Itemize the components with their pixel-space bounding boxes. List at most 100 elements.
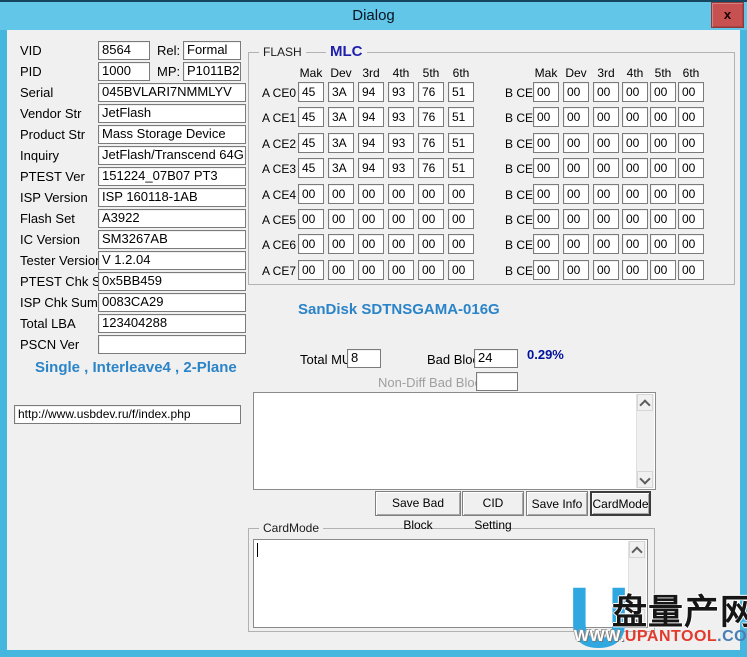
mp-field[interactable]: P1011B2	[183, 62, 241, 81]
flash-cell-b6-0[interactable]: 00	[533, 234, 559, 254]
flash-cell-a3-0[interactable]: 45	[298, 158, 324, 178]
flash-cell-b1-0[interactable]: 00	[533, 107, 559, 127]
flash-cell-b1-3[interactable]: 00	[622, 107, 648, 127]
vendor-str-field[interactable]: JetFlash	[98, 104, 246, 123]
flash-cell-a0-5[interactable]: 51	[448, 82, 474, 102]
flash-cell-a1-1[interactable]: 3A	[328, 107, 354, 127]
save-bad-block-button[interactable]: Save Bad Block	[375, 491, 461, 516]
flash-cell-b2-4[interactable]: 00	[650, 133, 676, 153]
bad-block-field[interactable]: 24	[474, 349, 518, 368]
flash-cell-a2-3[interactable]: 93	[388, 133, 414, 153]
flash-cell-a6-4[interactable]: 00	[418, 234, 444, 254]
flash-cell-b2-1[interactable]: 00	[563, 133, 589, 153]
flash-cell-a2-0[interactable]: 45	[298, 133, 324, 153]
flash-cell-a1-3[interactable]: 93	[388, 107, 414, 127]
rel-field[interactable]: Formal	[183, 41, 241, 60]
flash-cell-b5-1[interactable]: 00	[563, 209, 589, 229]
flash-cell-b4-5[interactable]: 00	[678, 184, 704, 204]
flash-cell-b4-2[interactable]: 00	[593, 184, 619, 204]
flash-cell-b0-4[interactable]: 00	[650, 82, 676, 102]
flash-cell-a7-4[interactable]: 00	[418, 260, 444, 280]
vid-field[interactable]: 8564	[98, 41, 150, 60]
flash-cell-b3-2[interactable]: 00	[593, 158, 619, 178]
save-info-button[interactable]: Save Info	[526, 491, 588, 516]
flash-cell-a4-2[interactable]: 00	[358, 184, 384, 204]
flash-cell-b0-5[interactable]: 00	[678, 82, 704, 102]
flash-cell-a3-4[interactable]: 76	[418, 158, 444, 178]
flash-cell-b0-3[interactable]: 00	[622, 82, 648, 102]
flash-cell-b5-4[interactable]: 00	[650, 209, 676, 229]
flash-cell-a4-5[interactable]: 00	[448, 184, 474, 204]
cardmode-button[interactable]: CardMode	[590, 491, 651, 516]
flash-cell-b6-2[interactable]: 00	[593, 234, 619, 254]
flash-cell-a0-4[interactable]: 76	[418, 82, 444, 102]
flash-cell-a0-2[interactable]: 94	[358, 82, 384, 102]
flash-cell-a5-0[interactable]: 00	[298, 209, 324, 229]
flash-cell-a4-3[interactable]: 00	[388, 184, 414, 204]
flash-cell-a6-0[interactable]: 00	[298, 234, 324, 254]
flash-cell-a0-0[interactable]: 45	[298, 82, 324, 102]
total-lba-field[interactable]: 123404288	[98, 314, 246, 333]
flash-cell-a2-2[interactable]: 94	[358, 133, 384, 153]
flash-cell-a5-2[interactable]: 00	[358, 209, 384, 229]
flash-cell-a1-4[interactable]: 76	[418, 107, 444, 127]
scroll-down-icon[interactable]	[629, 609, 645, 626]
flash-cell-b5-3[interactable]: 00	[622, 209, 648, 229]
flash-cell-b1-5[interactable]: 00	[678, 107, 704, 127]
flash-cell-b1-2[interactable]: 00	[593, 107, 619, 127]
tester-version-field[interactable]: V 1.2.04	[98, 251, 246, 270]
inquiry-field[interactable]: JetFlash/Transcend 64GB	[98, 146, 246, 165]
flash-cell-b7-3[interactable]: 00	[622, 260, 648, 280]
flash-cell-a6-2[interactable]: 00	[358, 234, 384, 254]
flash-cell-a7-2[interactable]: 00	[358, 260, 384, 280]
url-field[interactable]: http://www.usbdev.ru/f/index.php	[14, 405, 241, 424]
flash-cell-b4-1[interactable]: 00	[563, 184, 589, 204]
flash-cell-b5-5[interactable]: 00	[678, 209, 704, 229]
flash-cell-a7-3[interactable]: 00	[388, 260, 414, 280]
flash-cell-b2-2[interactable]: 00	[593, 133, 619, 153]
cid-setting-button[interactable]: CID Setting	[462, 491, 524, 516]
pscn-ver-field[interactable]	[98, 335, 246, 354]
flash-cell-b4-0[interactable]: 00	[533, 184, 559, 204]
ic-version-field[interactable]: SM3267AB	[98, 230, 246, 249]
flash-cell-a4-4[interactable]: 00	[418, 184, 444, 204]
flash-cell-a4-1[interactable]: 00	[328, 184, 354, 204]
flash-set-field[interactable]: A3922	[98, 209, 246, 228]
flash-cell-b2-0[interactable]: 00	[533, 133, 559, 153]
serial-field[interactable]: 045BVLARI7NMMLYV	[98, 83, 246, 102]
flash-cell-b1-1[interactable]: 00	[563, 107, 589, 127]
flash-cell-a7-0[interactable]: 00	[298, 260, 324, 280]
flash-cell-a5-1[interactable]: 00	[328, 209, 354, 229]
flash-cell-a1-5[interactable]: 51	[448, 107, 474, 127]
flash-cell-b6-3[interactable]: 00	[622, 234, 648, 254]
flash-cell-a7-5[interactable]: 00	[448, 260, 474, 280]
title-bar[interactable]: Dialog	[0, 0, 747, 30]
flash-cell-b4-4[interactable]: 00	[650, 184, 676, 204]
flash-cell-a6-3[interactable]: 00	[388, 234, 414, 254]
log-scrollbar[interactable]	[636, 394, 654, 488]
total-mu-field[interactable]: 8	[347, 349, 381, 368]
cardmode-textarea[interactable]	[253, 539, 648, 628]
scroll-down-icon[interactable]	[637, 471, 653, 488]
flash-cell-b3-5[interactable]: 00	[678, 158, 704, 178]
product-str-field[interactable]: Mass Storage Device	[98, 125, 246, 144]
flash-cell-b2-3[interactable]: 00	[622, 133, 648, 153]
flash-cell-b0-1[interactable]: 00	[563, 82, 589, 102]
flash-cell-a0-3[interactable]: 93	[388, 82, 414, 102]
flash-cell-a0-1[interactable]: 3A	[328, 82, 354, 102]
close-button[interactable]: x	[711, 2, 744, 28]
ptest-ver-field[interactable]: 151224_07B07 PT3	[98, 167, 246, 186]
nondiff-bad-block-field[interactable]	[476, 372, 518, 391]
flash-cell-b5-2[interactable]: 00	[593, 209, 619, 229]
flash-cell-b6-1[interactable]: 00	[563, 234, 589, 254]
flash-cell-a7-1[interactable]: 00	[328, 260, 354, 280]
scroll-up-icon[interactable]	[629, 541, 645, 558]
flash-cell-b7-0[interactable]: 00	[533, 260, 559, 280]
pid-field[interactable]: 1000	[98, 62, 150, 81]
scroll-up-icon[interactable]	[637, 394, 653, 411]
flash-cell-a5-3[interactable]: 00	[388, 209, 414, 229]
flash-cell-b1-4[interactable]: 00	[650, 107, 676, 127]
flash-cell-b4-3[interactable]: 00	[622, 184, 648, 204]
flash-cell-b0-0[interactable]: 00	[533, 82, 559, 102]
flash-cell-b7-1[interactable]: 00	[563, 260, 589, 280]
